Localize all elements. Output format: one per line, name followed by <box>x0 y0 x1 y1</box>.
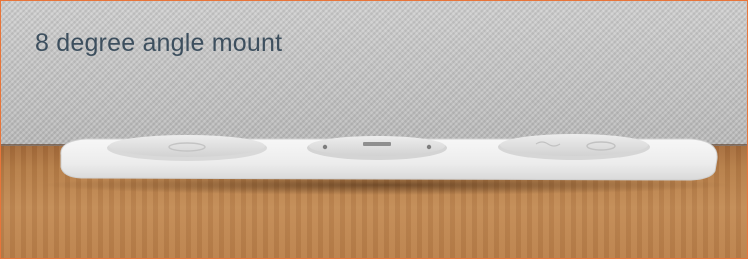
usb-charger-module <box>307 136 447 160</box>
wireless-charger-module <box>498 134 650 160</box>
caption-text: 8 degree angle mount <box>35 29 283 57</box>
image-frame: 8 degree angle mount <box>0 0 748 259</box>
screw-right <box>426 144 432 150</box>
screw-left <box>322 144 328 150</box>
power-socket-module <box>107 135 267 161</box>
usb-port <box>363 142 391 146</box>
